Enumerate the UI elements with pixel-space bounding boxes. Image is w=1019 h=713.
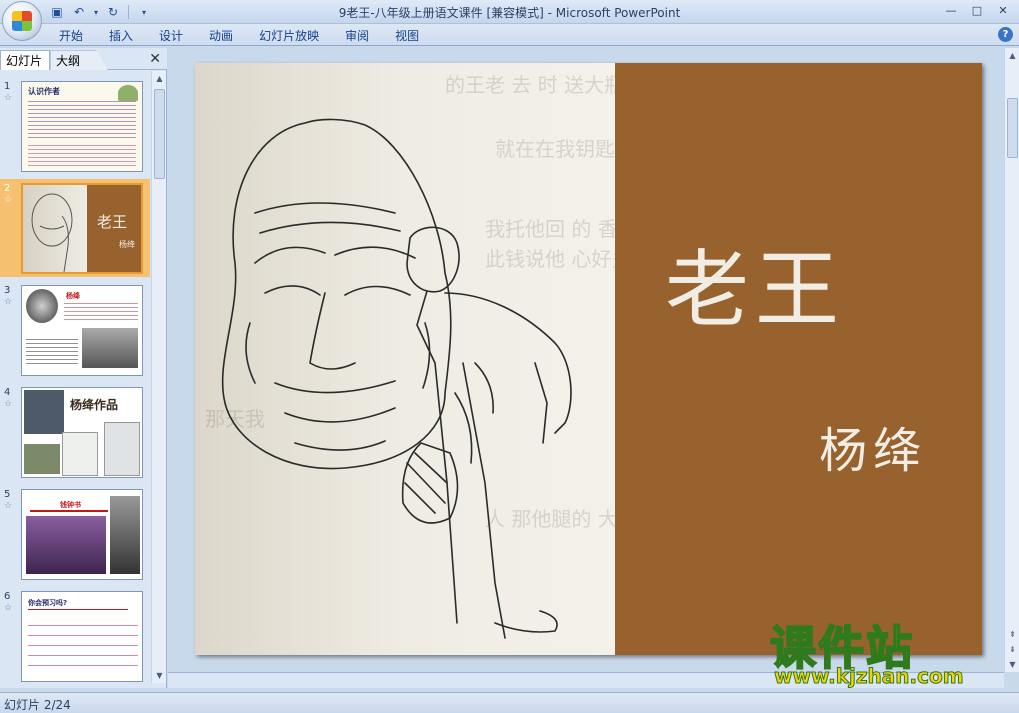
thumbnail-face-sketch <box>31 193 73 272</box>
thumbnail-title: 杨绛作品 <box>70 398 119 412</box>
tab-slides[interactable]: 幻灯片 <box>0 50 50 70</box>
help-icon[interactable]: ? <box>998 27 1013 42</box>
close-button[interactable]: ✕ <box>991 1 1015 19</box>
slides-pane: 幻灯片 大纲 ✕ 1 ☆ 认识作者 2 ☆ 老王 杨绛 3 ☆ 杨绛 4 ☆ 杨… <box>0 48 167 688</box>
window-controls: — □ ✕ <box>939 1 1015 19</box>
scroll-thumb[interactable] <box>1007 98 1018 158</box>
tab-insert[interactable]: 插入 <box>96 27 146 45</box>
thumbnail-tree-image <box>118 85 138 101</box>
prev-slide-icon[interactable]: ⇞ <box>1005 627 1019 642</box>
slide-thumbnail-3[interactable]: 杨绛 <box>21 285 143 376</box>
thumbnail-photo <box>82 328 138 368</box>
thumbnail-red-line <box>28 609 128 610</box>
title-bar: ▣ ↶ ▾ ↻ ▾ 9老王-八年级上册语文课件 [兼容模式] - Microso… <box>0 0 1019 24</box>
tab-outline[interactable]: 大纲 <box>50 50 108 70</box>
thumbnail-book-cover <box>62 432 98 476</box>
scroll-down-icon[interactable]: ▼ <box>1005 657 1019 672</box>
slide-thumbnail-5[interactable]: 钱钟书 <box>21 489 143 580</box>
slide-thumbnail-6[interactable]: 你会预习吗? <box>21 591 143 682</box>
slide-thumbnail-4[interactable]: 杨绛作品 <box>21 387 143 478</box>
watermark-logo: 课件站 www.kjzhan.com <box>769 612 1000 690</box>
close-pane-icon[interactable]: ✕ <box>149 51 161 67</box>
slide-vertical-scrollbar[interactable]: ▲ ⇞ ⇟ ▼ <box>1004 48 1019 672</box>
slide-counter: 幻灯片 2/24 <box>4 698 71 712</box>
scroll-thumb[interactable] <box>154 89 165 179</box>
tab-design[interactable]: 设计 <box>146 27 196 45</box>
thumbnail-title: 认识作者 <box>28 87 60 96</box>
window-title: 9老王-八年级上册语文课件 [兼容模式] - Microsoft PowerPo… <box>338 6 681 20</box>
thumbnail-author: 杨绛 <box>119 240 135 249</box>
slide-thumbnail-2[interactable]: 老王 杨绛 <box>21 183 143 274</box>
transition-star-icon: ☆ <box>4 399 13 409</box>
tab-slideshow[interactable]: 幻灯片放映 <box>246 27 332 45</box>
thumbnail-title: 老王 <box>97 213 128 231</box>
scroll-down-icon[interactable]: ▼ <box>152 668 167 683</box>
current-slide[interactable]: 的王老 去 时 送大瓶 就在在我钥匙，我知道 我托他回 的 香 油 此钱说他 心… <box>195 63 982 655</box>
transition-star-icon: ☆ <box>4 93 13 103</box>
thumbnail-title: 钱钟书 <box>60 501 81 509</box>
thumbnail-number: 1 <box>4 81 11 92</box>
office-logo-icon <box>12 11 32 31</box>
transition-star-icon: ☆ <box>4 195 13 205</box>
tab-view[interactable]: 视图 <box>382 27 432 45</box>
thumbnail-row-6[interactable]: 6 ☆ 你会预习吗? <box>0 587 150 683</box>
ribbon: 开始 插入 设计 动画 幻灯片放映 审阅 视图 ? <box>0 24 1019 46</box>
thumbnail-row-5[interactable]: 5 ☆ 钱钟书 <box>0 485 150 583</box>
pane-tabs: 幻灯片 大纲 ✕ <box>0 48 167 70</box>
scroll-up-icon[interactable]: ▲ <box>1005 48 1019 63</box>
thumbnail-text-block <box>26 336 78 366</box>
thumbnail-text-block <box>64 300 138 322</box>
transition-star-icon: ☆ <box>4 501 13 511</box>
slide-thumbnail-1[interactable]: 认识作者 <box>21 81 143 172</box>
thumbnail-number: 6 <box>4 591 11 602</box>
transition-star-icon: ☆ <box>4 603 13 613</box>
thumbnail-family-photo <box>26 516 106 574</box>
status-bar: 幻灯片 2/24 <box>0 692 1019 713</box>
old-man-sketch <box>221 118 572 639</box>
maximize-button[interactable]: □ <box>965 1 989 19</box>
slide-title[interactable]: 老王 <box>665 223 845 344</box>
slide-brown-panel <box>615 63 982 655</box>
tab-animations[interactable]: 动画 <box>196 27 246 45</box>
tab-review[interactable]: 审阅 <box>332 27 382 45</box>
thumbnail-portrait <box>26 289 58 323</box>
thumbnail-book-cover <box>24 390 64 434</box>
thumbnail-number: 5 <box>4 489 11 500</box>
thumbnail-number: 3 <box>4 285 11 296</box>
minimize-button[interactable]: — <box>939 1 963 19</box>
thumbnail-list: 1 ☆ 认识作者 2 ☆ 老王 杨绛 3 ☆ 杨绛 4 ☆ 杨绛作品 5 ☆ 钱… <box>0 71 150 683</box>
thumbnail-row-4[interactable]: 4 ☆ 杨绛作品 <box>0 383 150 481</box>
tab-home[interactable]: 开始 <box>46 27 96 45</box>
thumbnail-row-1[interactable]: 1 ☆ 认识作者 <box>0 77 150 175</box>
thumbnail-row-2[interactable]: 2 ☆ 老王 杨绛 <box>0 179 150 277</box>
thumbnail-book-cover <box>24 444 60 474</box>
thumbnail-scrollbar[interactable]: ▲ ▼ <box>151 71 166 683</box>
slide-author[interactable]: 杨绛 <box>819 411 927 481</box>
office-button[interactable] <box>2 1 42 41</box>
thumbnail-text-block <box>28 616 138 674</box>
thumbnail-number: 2 <box>4 183 11 194</box>
ribbon-tabs: 开始 插入 设计 动画 幻灯片放映 审阅 视图 <box>46 27 432 45</box>
watermark-url: www.kjzhan.com <box>774 664 965 689</box>
thumbnail-photo <box>110 496 140 574</box>
thumbnail-text-block <box>28 142 136 166</box>
next-slide-icon[interactable]: ⇟ <box>1005 642 1019 657</box>
thumbnail-book-cover <box>104 422 140 476</box>
thumbnail-text-block <box>28 98 136 138</box>
scroll-up-icon[interactable]: ▲ <box>152 71 167 86</box>
slide-editing-area: 的王老 去 时 送大瓶 就在在我钥匙，我知道 我托他回 的 香 油 此钱说他 心… <box>168 48 1004 672</box>
transition-star-icon: ☆ <box>4 297 13 307</box>
thumbnail-title: 你会预习吗? <box>28 599 68 607</box>
thumbnail-red-line <box>30 510 108 512</box>
thumbnail-row-3[interactable]: 3 ☆ 杨绛 <box>0 281 150 379</box>
thumbnail-number: 4 <box>4 387 11 398</box>
